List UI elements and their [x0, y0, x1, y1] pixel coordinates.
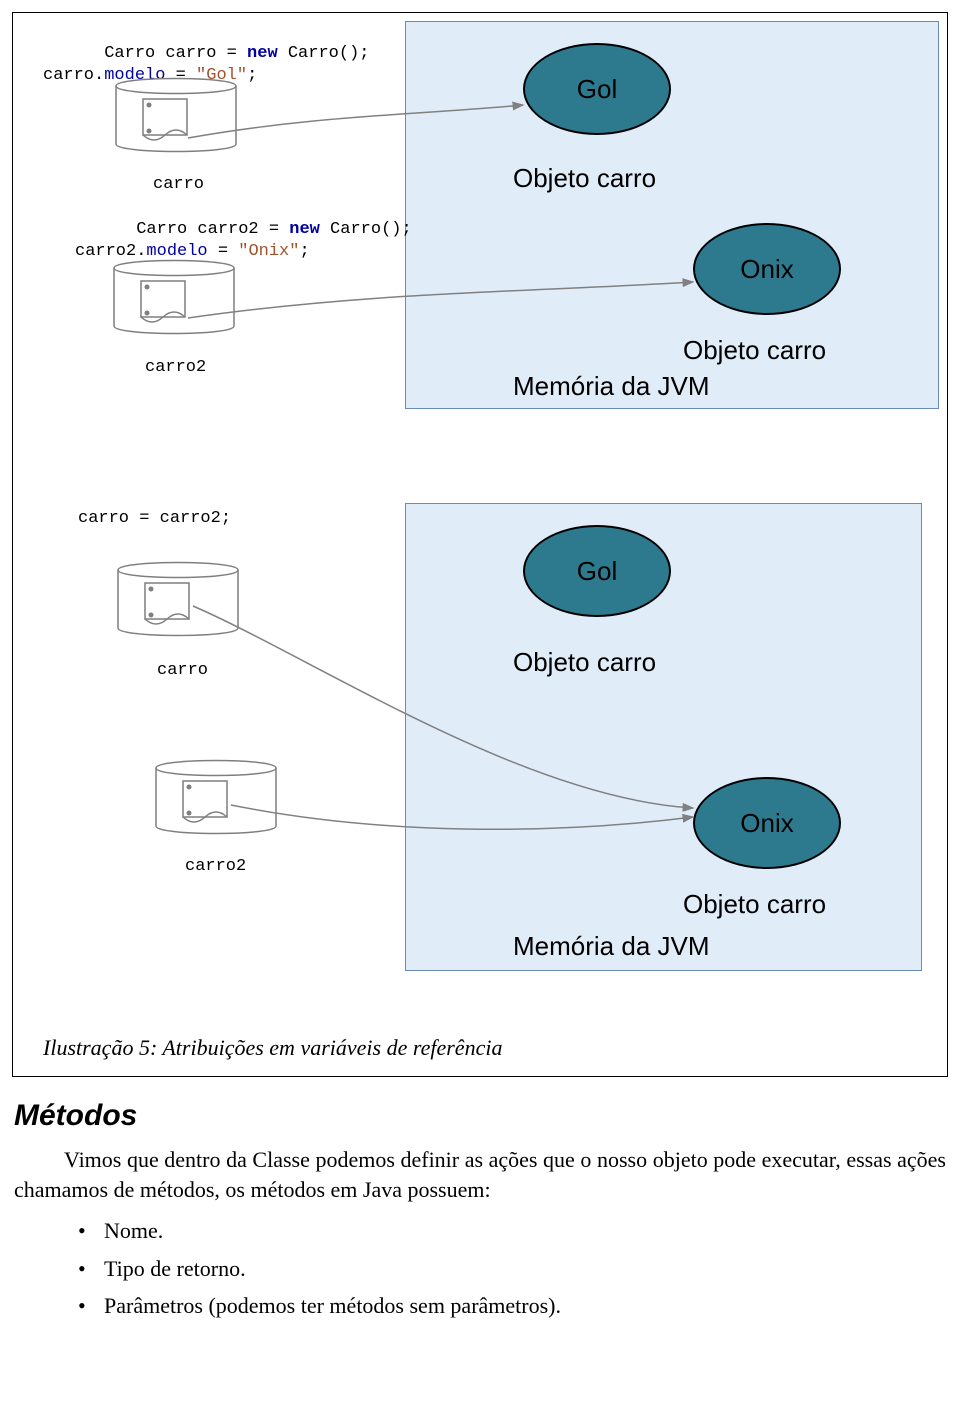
- var-label-carro: carro: [153, 175, 204, 194]
- document-icon: [137, 277, 189, 329]
- object-label: Objeto carro: [683, 889, 826, 920]
- list-item: Tipo de retorno.: [104, 1250, 946, 1287]
- code-text: Carro carro =: [104, 44, 247, 63]
- keyword-new: new: [247, 44, 278, 63]
- object-label: Objeto carro: [513, 163, 656, 194]
- section-paragraph: Vimos que dentro da Classe podemos defin…: [14, 1145, 946, 1204]
- connector-arrow: [188, 288, 698, 328]
- section-text: Métodos Vimos que dentro da Classe podem…: [12, 1099, 948, 1325]
- var-label-carro2: carro2: [185, 857, 246, 876]
- object-onix-1: Onix: [693, 223, 841, 315]
- list-item: Parâmetros (podemos ter métodos sem parâ…: [104, 1287, 946, 1324]
- ellipse-label: Gol: [577, 74, 617, 105]
- memory-box-1: [405, 21, 939, 409]
- section-heading: Métodos: [14, 1099, 946, 1133]
- code-text: ;: [299, 242, 309, 261]
- connector-arrow: [231, 795, 701, 855]
- figure-container: Carro carro = new Carro(); carro.modelo …: [12, 12, 948, 1077]
- object-label: Objeto carro: [683, 335, 826, 366]
- code-text: ;: [247, 66, 257, 85]
- var-label-carro2: carro2: [145, 358, 206, 377]
- code-string: "Onix": [238, 242, 299, 261]
- keyword-new: new: [289, 220, 320, 239]
- list-item: Nome.: [104, 1212, 946, 1249]
- ellipse-label: Onix: [740, 254, 793, 285]
- document-icon: [139, 95, 191, 147]
- ellipse-label: Onix: [740, 808, 793, 839]
- connector-arrow: [188, 105, 528, 145]
- code-text: carro.: [43, 66, 104, 85]
- object-onix-2: Onix: [693, 777, 841, 869]
- memory-title: Memória da JVM: [513, 371, 710, 402]
- code-text: Carro();: [320, 220, 412, 239]
- figure-caption: Ilustração 5: Atribuições em variáveis d…: [43, 1035, 502, 1061]
- code-block-3: carro = carro2;: [78, 508, 231, 530]
- document-icon: [141, 579, 193, 631]
- object-gol-1: Gol: [523, 43, 671, 135]
- code-text: carro = carro2;: [78, 509, 231, 528]
- ellipse-label: Gol: [577, 556, 617, 587]
- bullet-list: Nome. Tipo de retorno. Parâmetros (podem…: [14, 1212, 946, 1324]
- code-text: Carro();: [278, 44, 370, 63]
- memory-title: Memória da JVM: [513, 931, 710, 962]
- code-text: Carro carro2 =: [136, 220, 289, 239]
